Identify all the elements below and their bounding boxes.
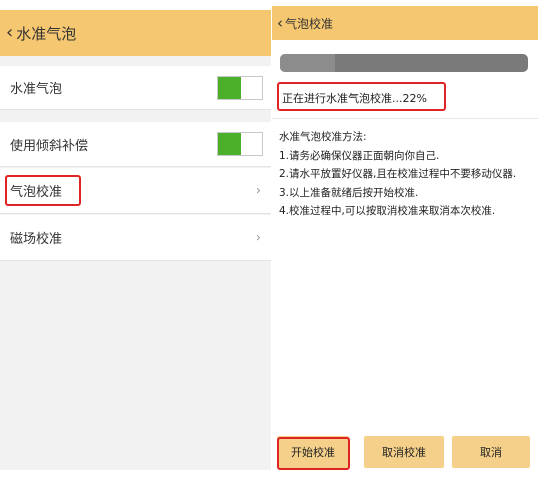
- instruction-step: 1.请务必确保仪器正面朝向你自己.: [279, 149, 440, 162]
- calibration-progress-bar: [280, 54, 528, 72]
- chevron-right-icon: ›: [255, 230, 261, 245]
- toggle-knob: [241, 76, 262, 99]
- toggle-on-fill: [218, 76, 241, 99]
- cancel-calibration-button[interactable]: 取消校准: [364, 436, 444, 468]
- divider: [272, 118, 538, 119]
- status-strip: [0, 0, 271, 10]
- highlight-box: [277, 437, 350, 470]
- page-title: 水准气泡: [16, 24, 77, 43]
- bubble-settings-panel: ‹ 水准气泡 水准气泡 使用倾斜补偿 气泡校准 › 磁场校准 ›: [0, 0, 271, 470]
- left-header: ‹ 水准气泡: [0, 10, 271, 56]
- cancel-button[interactable]: 取消: [452, 436, 530, 468]
- right-header: ‹ 气泡校准: [272, 6, 538, 40]
- tilt-compensation-toggle[interactable]: [217, 132, 263, 156]
- chevron-right-icon: ›: [255, 183, 261, 198]
- setting-item-label: 使用倾斜补偿: [10, 138, 89, 154]
- bubble-calibration-panel: ‹ 气泡校准 正在进行水准气泡校准...22% 水准气泡校准方法: 1.请务必确…: [272, 0, 538, 478]
- level-bubble-toggle[interactable]: [217, 75, 263, 100]
- toggle-knob: [241, 133, 262, 155]
- calibration-instructions: 水准气泡校准方法: 1.请务必确保仪器正面朝向你自己. 2.请水平放置好仪器,且…: [279, 128, 531, 221]
- back-arrow-icon[interactable]: ‹: [6, 24, 13, 42]
- setting-item-level-bubble: 水准气泡: [0, 66, 271, 110]
- setting-item-label: 磁场校准: [10, 232, 63, 247]
- highlight-box: [5, 175, 81, 206]
- highlight-box: [277, 82, 446, 111]
- instruction-step: 4.校准过程中,可以按取消校准来取消本次校准.: [279, 205, 496, 217]
- instruction-step: 2.请水平放置好仪器,且在校准过程中不要移动仪器.: [279, 168, 517, 180]
- setting-item-magnetic-calibration[interactable]: 磁场校准 ›: [0, 215, 271, 261]
- page-title: 气泡校准: [285, 16, 334, 31]
- setting-item-label: 水准气泡: [10, 82, 63, 97]
- setting-item-tilt-compensation: 使用倾斜补偿: [0, 122, 271, 167]
- toggle-on-fill: [218, 133, 241, 155]
- progress-fill: [280, 54, 335, 72]
- instructions-heading: 水准气泡校准方法:: [279, 131, 367, 143]
- instruction-step: 3.以上准备就绪后按开始校准.: [279, 186, 419, 199]
- back-arrow-icon[interactable]: ‹: [277, 15, 283, 31]
